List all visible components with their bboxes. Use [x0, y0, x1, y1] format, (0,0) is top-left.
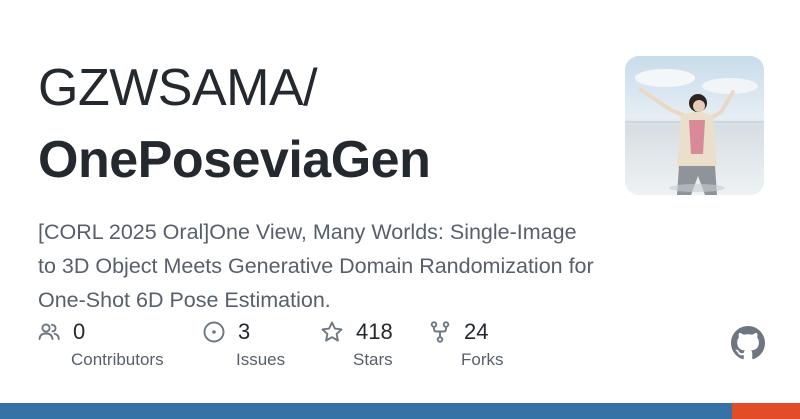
- repo-forked-icon: [428, 320, 452, 344]
- forks-count: 24: [464, 319, 489, 344]
- github-mark-icon[interactable]: [731, 326, 765, 360]
- stars-stat[interactable]: 418 Stars: [320, 318, 393, 374]
- contributors-count: 0: [73, 319, 86, 344]
- repo-description: [CORL 2025 Oral]One View, Many Worlds: S…: [38, 220, 594, 312]
- contributors-label: Contributors: [71, 350, 164, 369]
- star-icon: [320, 320, 344, 344]
- stars-label: Stars: [353, 350, 393, 369]
- issues-count: 3: [238, 319, 251, 344]
- issues-stat[interactable]: 3 Issues: [202, 318, 285, 374]
- issues-label: Issues: [236, 350, 286, 369]
- language-bar: [0, 403, 800, 419]
- repo-name[interactable]: OnePoseviaGen: [38, 134, 431, 186]
- owner-avatar[interactable]: [625, 56, 764, 195]
- language-segment-1: [732, 403, 800, 419]
- forks-label: Forks: [461, 350, 504, 369]
- forks-stat[interactable]: 24 Forks: [428, 318, 504, 374]
- stars-count: 418: [356, 319, 393, 344]
- contributors-stat[interactable]: 0 Contributors: [37, 318, 164, 374]
- repo-owner[interactable]: GZWSAMA/: [38, 62, 318, 114]
- people-icon: [37, 320, 61, 344]
- language-segment-0: [0, 403, 732, 419]
- issue-opened-icon: [202, 320, 226, 344]
